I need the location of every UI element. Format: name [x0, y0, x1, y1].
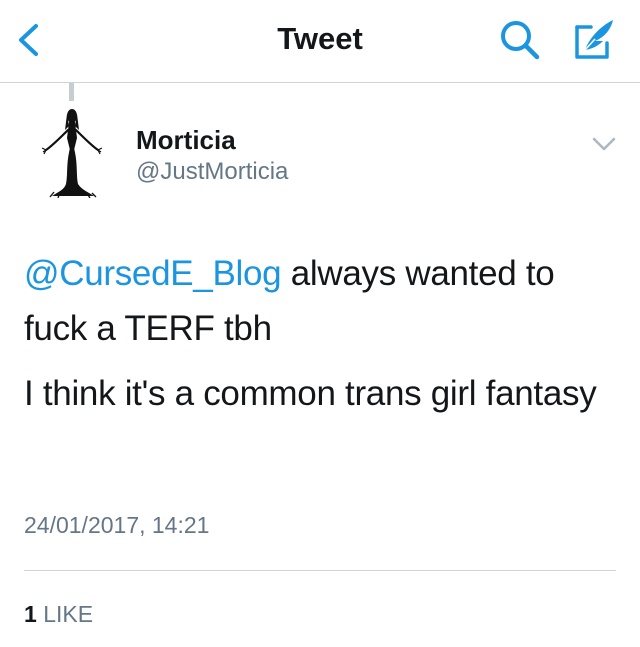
chevron-down-icon	[592, 137, 616, 151]
tweet-paragraph-2: I think it's a common trans girl fantasy	[24, 374, 597, 413]
thread-connector-line	[69, 83, 74, 101]
likes-count-button[interactable]: 1 LIKE	[24, 601, 93, 628]
avatar[interactable]	[40, 104, 104, 199]
mention-link[interactable]: @CursedE_Blog	[24, 254, 282, 293]
author-display-name[interactable]: Morticia	[136, 125, 236, 156]
likes-label: LIKE	[43, 601, 94, 627]
tweet-text: @CursedE_Blog always wanted to fuck a TE…	[24, 246, 614, 431]
author-handle[interactable]: @JustMorticia	[136, 158, 288, 186]
divider	[24, 570, 616, 571]
search-button[interactable]	[496, 18, 546, 62]
search-icon	[501, 21, 540, 60]
tweet-timestamp: 24/01/2017, 14:21	[24, 512, 210, 538]
likes-count: 1	[24, 601, 37, 627]
tweet-menu-button[interactable]	[588, 130, 620, 158]
morticia-silhouette-avatar	[41, 109, 103, 199]
tweet-paragraph-1: @CursedE_Blog always wanted to fuck a TE…	[24, 246, 614, 356]
compose-tweet-button[interactable]	[570, 16, 620, 62]
navigation-bar: Tweet	[0, 0, 640, 83]
compose-tweet-icon	[575, 20, 613, 59]
